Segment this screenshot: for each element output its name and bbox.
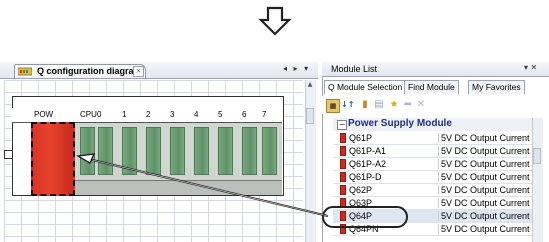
module-red-icon — [340, 159, 346, 169]
slot-module-4[interactable] — [194, 127, 209, 175]
slot-label-5: 5 — [218, 110, 223, 119]
module-description: 5V DC Output Current 6 — [438, 172, 533, 182]
slot-label-2: 2 — [146, 110, 151, 119]
slot-label-6: 6 — [242, 110, 247, 119]
slot-module-6[interactable] — [242, 127, 257, 175]
view-icon[interactable]: ▦ — [326, 99, 340, 113]
power-supply-slot-module[interactable] — [31, 122, 75, 196]
slot-module-2[interactable] — [146, 127, 161, 175]
tab-my-favorites[interactable]: My Favorites — [468, 80, 525, 94]
copy-icon[interactable]: ▤ — [373, 99, 385, 111]
collapse-icon[interactable]: − — [337, 120, 347, 130]
selection-highlight-callout — [322, 206, 408, 228]
module-description: 5V DC Output Current 6 — [438, 146, 533, 156]
module-name: Q61P-A1 — [349, 146, 387, 156]
tab-find-module[interactable]: Find Module — [404, 80, 459, 94]
slot-module-0[interactable] — [98, 127, 113, 175]
slot-module-1[interactable] — [122, 127, 137, 175]
module-list-toolbar — [322, 96, 549, 114]
module-name: Q62P — [349, 185, 373, 195]
module-name: Q61P-A2 — [349, 159, 387, 169]
down-arrow-icon — [258, 6, 292, 36]
favorite-star-icon[interactable]: ★ — [388, 99, 400, 111]
slot-label-3: 3 — [170, 110, 175, 119]
close-icon[interactable]: × — [133, 66, 144, 77]
pin-close-icon[interactable]: ▾ ✕ — [524, 63, 537, 72]
scroll-up-icon[interactable]: ▲ — [305, 80, 315, 90]
module-red-icon — [340, 172, 346, 182]
slot-label-1: 1 — [122, 110, 127, 119]
module-description: 5V DC Output Current 6 — [438, 198, 533, 208]
module-description: 5V DC Output Current 6 — [438, 159, 533, 169]
slot-label-cpu: CPU — [80, 110, 97, 119]
scrollbar-thumb[interactable] — [306, 108, 314, 124]
tab-q-module-selection[interactable]: Q Module Selection — [324, 80, 407, 94]
slot-label-pow: POW — [34, 110, 54, 119]
module-description: 5V DC Output Current 6 — [438, 133, 533, 143]
base-connector-marker — [4, 150, 13, 159]
slot-label-0: 0 — [97, 110, 102, 119]
group-label: Power Supply Module — [348, 118, 452, 129]
diagram-scrollbar[interactable] — [305, 80, 316, 242]
module-red-icon — [340, 133, 346, 143]
module-description: 5V DC Output Current 8 — [438, 224, 533, 234]
module-list-title: Module List — [331, 64, 378, 74]
module-description: 5V DC Output Current 3 — [438, 185, 533, 195]
delete-icon[interactable]: ✕ — [415, 99, 427, 111]
module-red-icon[interactable]: ▮ — [359, 99, 371, 111]
module-description: 5V DC Output Current 8 — [438, 211, 533, 221]
tab-navigation-arrows[interactable]: ◂ ▸ ▾ — [283, 64, 310, 73]
module-list-scrollbar[interactable] — [532, 118, 543, 242]
sort-icon[interactable]: ↓↑ — [341, 99, 354, 111]
slot-module-5[interactable] — [218, 127, 233, 175]
slot-module-cpu[interactable] — [80, 127, 95, 175]
module-red-icon — [340, 185, 346, 195]
slot-module-7[interactable] — [262, 127, 277, 175]
slot-label-7: 7 — [262, 110, 267, 119]
module-red-icon — [340, 146, 346, 156]
slot-label-4: 4 — [194, 110, 199, 119]
module-name: Q61P — [349, 133, 373, 143]
diagram-tab-icon — [18, 67, 32, 76]
add-icon[interactable]: ➦ — [402, 99, 414, 111]
scrollbar-thumb[interactable] — [533, 148, 541, 164]
module-name: Q61P-D — [349, 172, 382, 182]
tab-q-configuration-diagram[interactable]: Q configuration diagram × — [14, 64, 146, 78]
slot-module-3[interactable] — [170, 127, 185, 175]
tab-label: Q configuration diagram — [37, 66, 142, 76]
